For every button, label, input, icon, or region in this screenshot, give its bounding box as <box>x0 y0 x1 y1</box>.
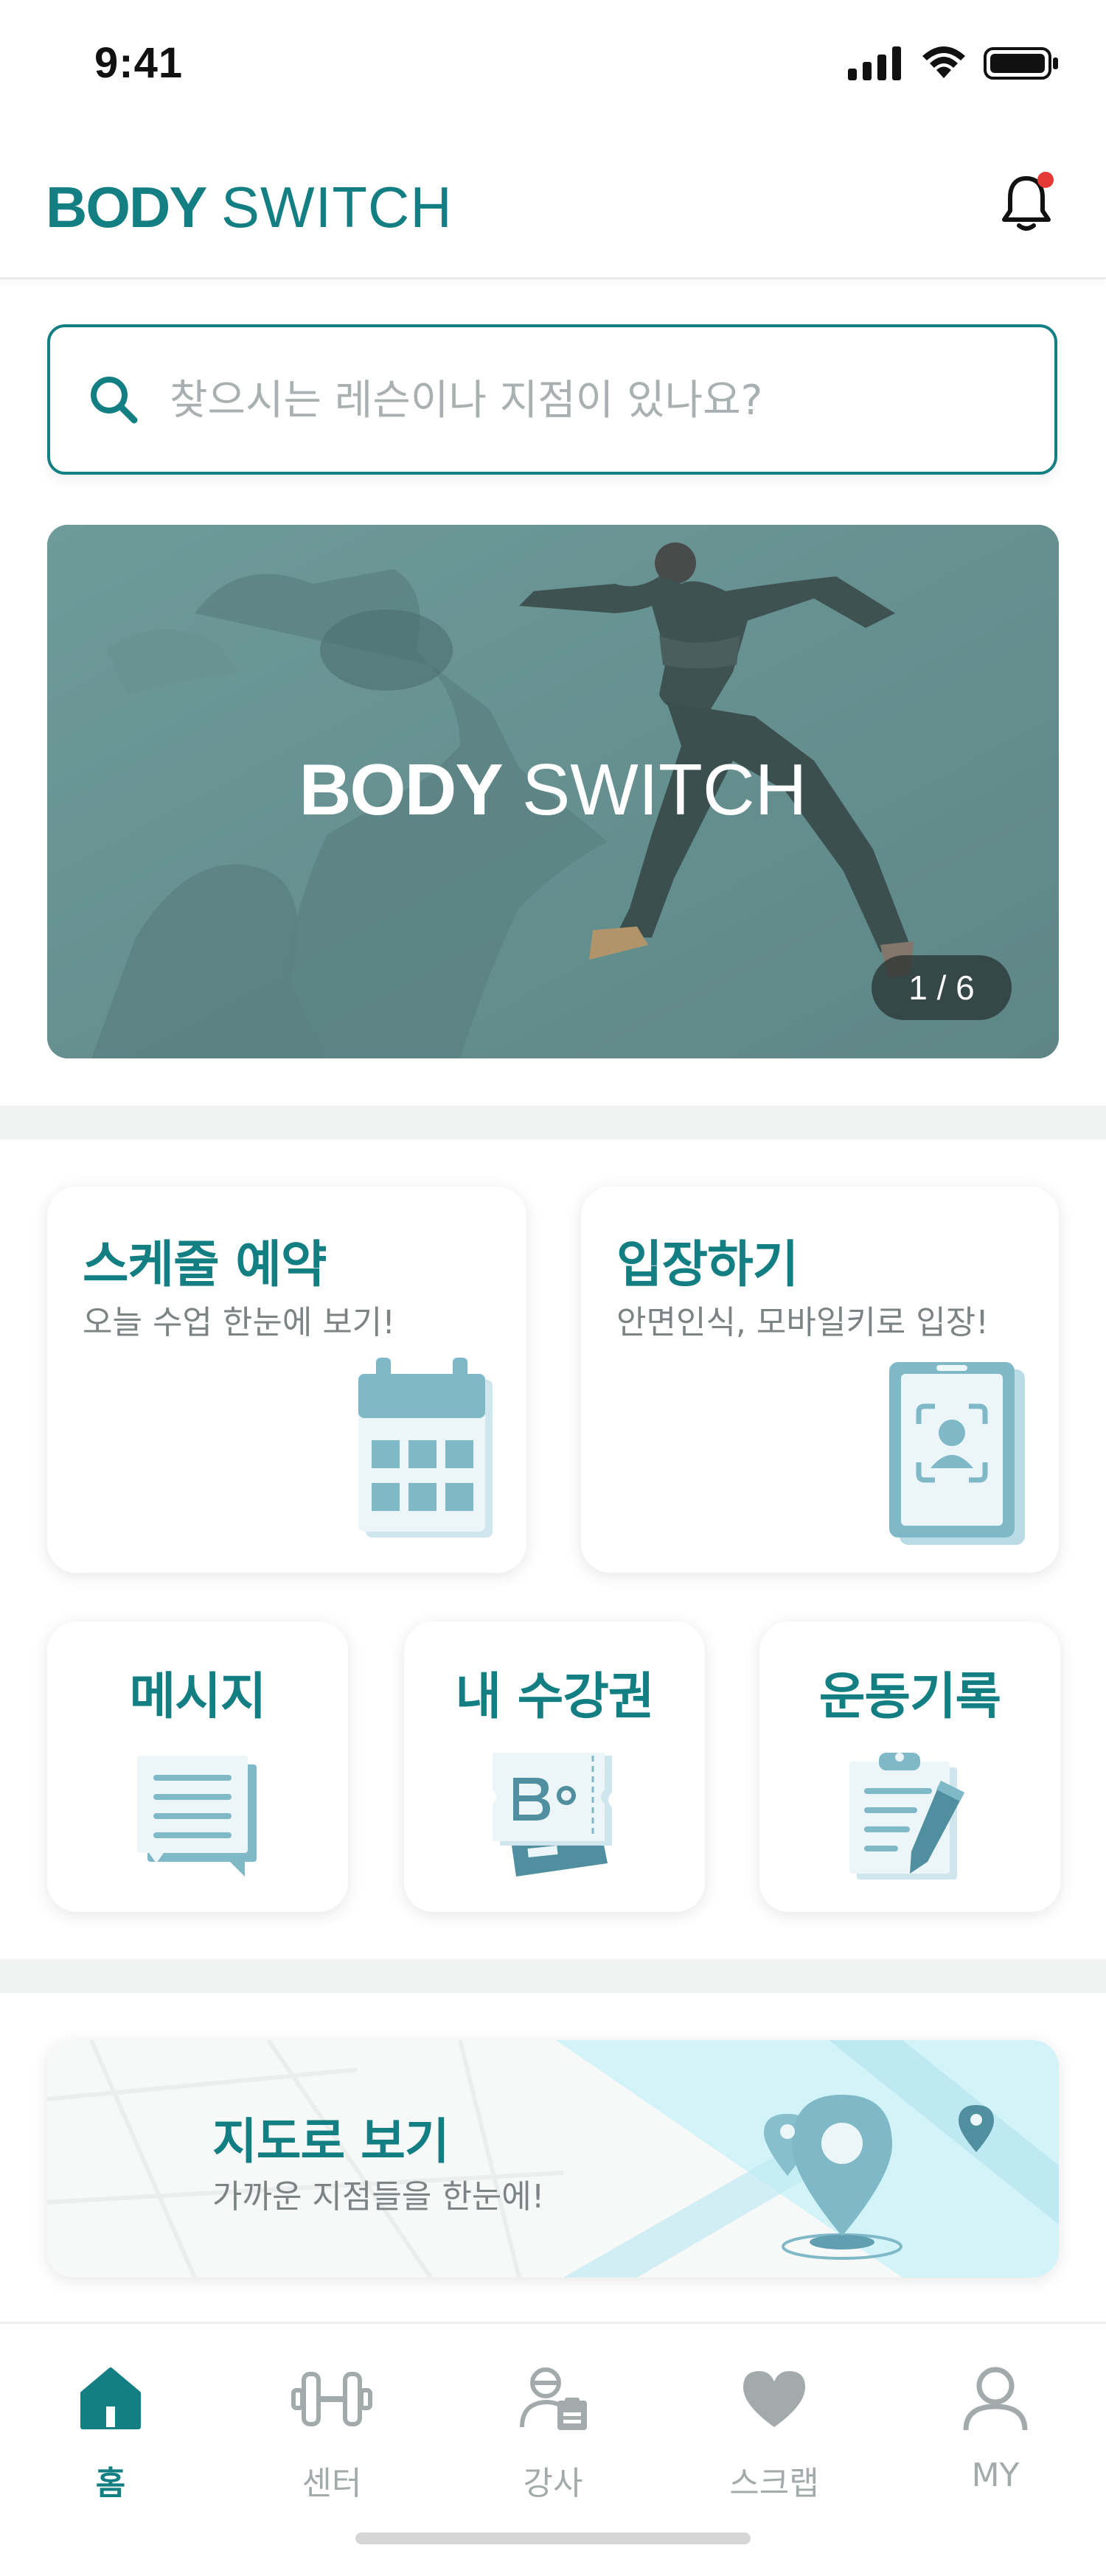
message-icon <box>137 1756 257 1877</box>
message-title: 메시지 <box>129 1668 267 1726</box>
search-input[interactable] <box>168 363 1019 438</box>
status-time: 9:41 <box>94 39 184 87</box>
pass-card[interactable]: 내 수강권 <box>404 1622 705 1912</box>
entry-title: 입장하기 <box>616 1236 799 1294</box>
schedule-title: 스케줄 예약 <box>83 1236 327 1294</box>
tab-my[interactable]: MY <box>900 2365 1091 2494</box>
tab-instructor-label: 강사 <box>523 2465 583 2502</box>
instructor-icon <box>520 2367 587 2430</box>
map-title: 지도로 보기 <box>212 2113 450 2170</box>
entry-card[interactable]: 입장하기 안면인식, 모바일키로 입장! <box>581 1187 1059 1573</box>
tab-my-label: MY <box>971 2457 1020 2494</box>
banner-logo-light: SWITCH <box>521 749 807 830</box>
tab-scrap[interactable]: 스크랩 <box>678 2365 870 2502</box>
battery-icon <box>984 47 1058 80</box>
map-card[interactable]: 지도로 보기 가까운 지점들을 한눈에! <box>47 2040 1059 2277</box>
face-id-phone-icon <box>889 1362 1025 1545</box>
tab-center[interactable]: 센터 <box>236 2365 428 2502</box>
section-divider <box>0 1106 1106 1139</box>
record-card[interactable]: 운동기록 <box>759 1622 1060 1912</box>
dumbbell-icon <box>291 2372 372 2426</box>
promo-banner[interactable]: BODY SWITCH 1 / 6 <box>47 525 1059 1058</box>
tab-center-label: 센터 <box>302 2465 362 2502</box>
banner-logo-bold: BODY <box>299 749 504 830</box>
logo-light: SWITCH <box>221 175 453 240</box>
record-title: 운동기록 <box>818 1668 1001 1726</box>
search-icon <box>91 377 138 424</box>
user-icon <box>963 2367 1028 2431</box>
tab-home-label: 홈 <box>95 2465 126 2502</box>
ticket-icon <box>493 1753 612 1877</box>
app-header: BODY SWITCH <box>0 133 1106 279</box>
tab-instructor[interactable]: 강사 <box>457 2365 649 2502</box>
schedule-subtitle: 오늘 수업 한눈에 보기! <box>83 1304 395 1341</box>
pass-title: 내 수강권 <box>455 1668 655 1726</box>
entry-subtitle: 안면인식, 모바일키로 입장! <box>616 1304 989 1341</box>
map-pin-icon <box>764 2073 1004 2260</box>
signal-icon <box>848 46 901 80</box>
logo-bold: BODY <box>46 175 207 240</box>
wifi-icon <box>922 46 965 78</box>
heart-icon <box>743 2371 805 2427</box>
app-logo[interactable]: BODY SWITCH <box>46 178 453 236</box>
status-icons <box>848 46 1060 81</box>
calendar-icon <box>358 1358 493 1537</box>
section-divider <box>0 1959 1106 1993</box>
home-icon <box>80 2367 141 2429</box>
notification-dot <box>1037 172 1054 188</box>
schedule-card[interactable]: 스케줄 예약 오늘 수업 한눈에 보기! <box>47 1187 526 1573</box>
tab-home[interactable]: 홈 <box>15 2365 206 2502</box>
message-card[interactable]: 메시지 <box>47 1622 348 1912</box>
banner-logo: BODY SWITCH <box>47 753 1059 825</box>
search-box[interactable] <box>47 324 1057 475</box>
home-indicator <box>355 2533 751 2544</box>
banner-counter: 1 / 6 <box>872 955 1012 1020</box>
map-subtitle: 가까운 지점들을 한눈에! <box>212 2178 545 2216</box>
notification-bell-icon[interactable] <box>997 171 1056 234</box>
clipboard-icon <box>849 1753 964 1879</box>
tab-scrap-label: 스크랩 <box>729 2465 819 2502</box>
